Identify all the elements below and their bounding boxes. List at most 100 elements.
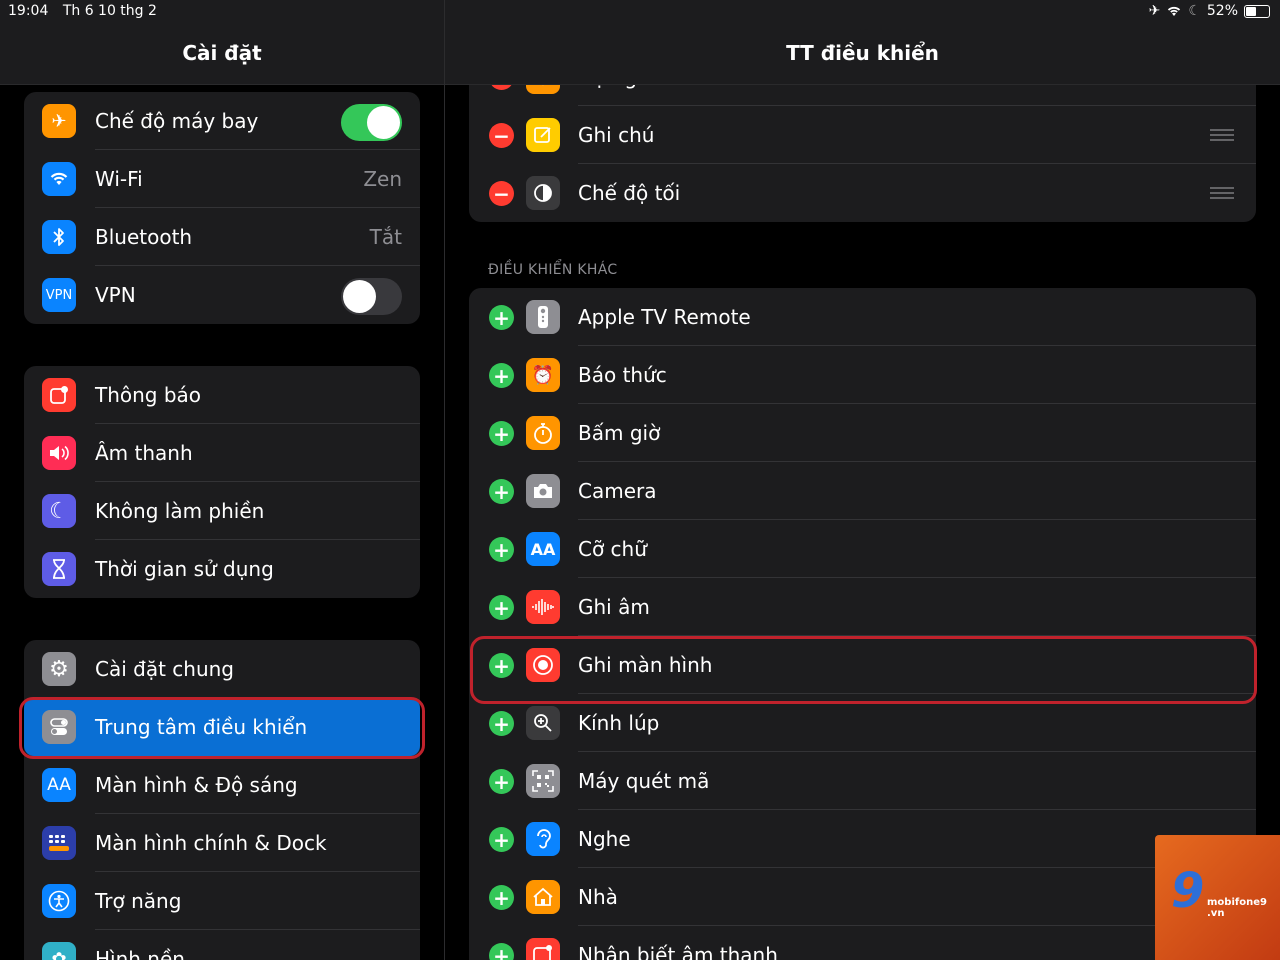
wifi-icon [42,162,76,196]
battery-percent: 52% [1206,3,1238,19]
status-time: 19:04 [8,3,49,19]
control-label: Ghi chú [578,123,655,147]
add-button[interactable]: + [489,769,514,794]
control-center-highlight [19,697,425,759]
sidebar-item-display[interactable]: AA Màn hình & Độ sáng [24,756,420,814]
reorder-handle-icon[interactable] [1210,129,1234,141]
sidebar-item-screen-time[interactable]: Thời gian sử dụng [24,540,420,598]
vpn-icon: VPN [42,278,76,312]
home-icon [526,880,560,914]
sidebar-item-label: Thông báo [95,383,202,407]
notifications-group: Thông báo Âm thanh ☾ Không làm phiền Thờ… [24,366,420,598]
add-button[interactable]: + [489,305,514,330]
magnifier-icon [526,706,560,740]
control-label: Nghe [578,827,631,851]
status-bar: 19:04 Th 6 10 thg 2 ✈ ☾ 52% [0,0,1280,24]
gear-icon: ⚙ [42,652,76,686]
notes-icon [526,118,560,152]
sidebar-item-bluetooth[interactable]: Bluetooth Tắt [24,208,420,266]
status-date: Th 6 10 thg 2 [62,3,157,19]
hearing-icon [526,822,560,856]
bluetooth-value: Tắt [369,225,402,249]
airplane-icon: ✈ [42,104,76,138]
control-row-voice-memos[interactable]: + Ghi âm [469,578,1256,636]
control-label: Ghi âm [578,595,650,619]
hourglass-icon [42,552,76,586]
dark-mode-icon [526,176,560,210]
control-row-camera[interactable]: + Camera [469,462,1256,520]
remove-button[interactable]: − [489,181,514,206]
add-button[interactable]: + [489,943,514,960]
add-button[interactable]: + [489,479,514,504]
alarm-icon: ⏰ [526,358,560,392]
watermark-text: mobifone9 [1207,897,1267,908]
sidebar-item-label: Màn hình & Độ sáng [95,773,298,797]
sidebar-item-label: Chế độ máy bay [95,109,259,133]
stopwatch-icon [526,416,560,450]
control-label: Nhận biết âm thanh [578,943,778,960]
control-row-sound-recognition[interactable]: + Nhận biết âm thanh [469,926,1256,960]
add-button[interactable]: + [489,595,514,620]
wifi-value: Zen [363,167,402,191]
sidebar-item-sounds[interactable]: Âm thanh [24,424,420,482]
watermark-mark-icon: 9 [1171,863,1205,919]
settings-sidebar: Cài đặt ✈ Chế độ máy bay Wi-Fi Zen Bluet… [0,0,444,960]
control-row-apple-tv-remote[interactable]: + Apple TV Remote [469,288,1256,346]
control-label: Apple TV Remote [578,305,751,329]
tv-remote-icon [526,300,560,334]
camera-icon [526,474,560,508]
control-row-stopwatch[interactable]: + Bấm giờ [469,404,1256,462]
control-label: Cỡ chữ [578,537,647,561]
add-button[interactable]: + [489,537,514,562]
control-row-home[interactable]: + Nhà [469,868,1256,926]
moon-icon: ☾ [42,494,76,528]
qr-scanner-icon [526,764,560,798]
control-label: Chế độ tối [578,181,681,205]
control-row-text-size[interactable]: + AA Cỡ chữ [469,520,1256,578]
more-controls-header: ĐIỀU KHIỂN KHÁC [488,262,618,278]
add-button[interactable]: + [489,827,514,852]
watermark-sub: .vn [1207,908,1225,919]
sidebar-item-notifications[interactable]: Thông báo [24,366,420,424]
reorder-handle-icon[interactable] [1210,187,1234,199]
add-button[interactable]: + [489,885,514,910]
sidebar-item-wifi[interactable]: Wi-Fi Zen [24,150,420,208]
airplane-status-icon: ✈ [1148,3,1161,19]
add-button[interactable]: + [489,421,514,446]
control-row-dark-mode[interactable]: − Chế độ tối [469,164,1256,222]
sidebar-item-label: Không làm phiền [95,499,265,523]
control-label: Báo thức [578,363,667,387]
sidebar-item-home-screen[interactable]: Màn hình chính & Dock [24,814,420,872]
control-label: Bấm giờ [578,421,661,445]
more-controls-group: + Apple TV Remote + ⏰ Báo thức + Bấm giờ… [469,288,1256,960]
sidebar-item-accessibility[interactable]: Trợ năng [24,872,420,930]
sidebar-item-wallpaper[interactable]: ✿ Hình nền [24,930,420,960]
sidebar-item-label: Bluetooth [95,225,193,249]
moon-status-icon: ☾ [1188,3,1201,19]
sidebar-item-do-not-disturb[interactable]: ☾ Không làm phiền [24,482,420,540]
text-size-icon: AA [526,532,560,566]
screen-recording-highlight [470,636,1257,704]
control-row-alarm[interactable]: + ⏰ Báo thức [469,346,1256,404]
control-center-detail: TT điều khiển − ◷ Hẹn giờ − Ghi chú − Ch… [445,0,1280,960]
add-button[interactable]: + [489,711,514,736]
notifications-icon [42,378,76,412]
control-row-notes[interactable]: − Ghi chú [469,106,1256,164]
vpn-toggle[interactable] [341,278,402,315]
control-row-code-scanner[interactable]: + Máy quét mã [469,752,1256,810]
display-icon: AA [42,768,76,802]
control-row-hearing[interactable]: + Nghe [469,810,1256,868]
add-button[interactable]: + [489,363,514,388]
sound-recognition-icon [526,938,560,960]
airplane-toggle[interactable] [341,104,402,141]
sounds-icon [42,436,76,470]
control-label: Nhà [578,885,618,909]
sidebar-item-label: Hình nền [95,947,185,960]
sidebar-item-label: Cài đặt chung [95,657,235,681]
sidebar-item-vpn[interactable]: VPN VPN [24,266,420,324]
sidebar-item-airplane[interactable]: ✈ Chế độ máy bay [24,92,420,150]
remove-button[interactable]: − [489,123,514,148]
sidebar-item-general[interactable]: ⚙ Cài đặt chung [24,640,420,698]
accessibility-icon [42,884,76,918]
detail-title: TT điều khiển [786,41,939,65]
